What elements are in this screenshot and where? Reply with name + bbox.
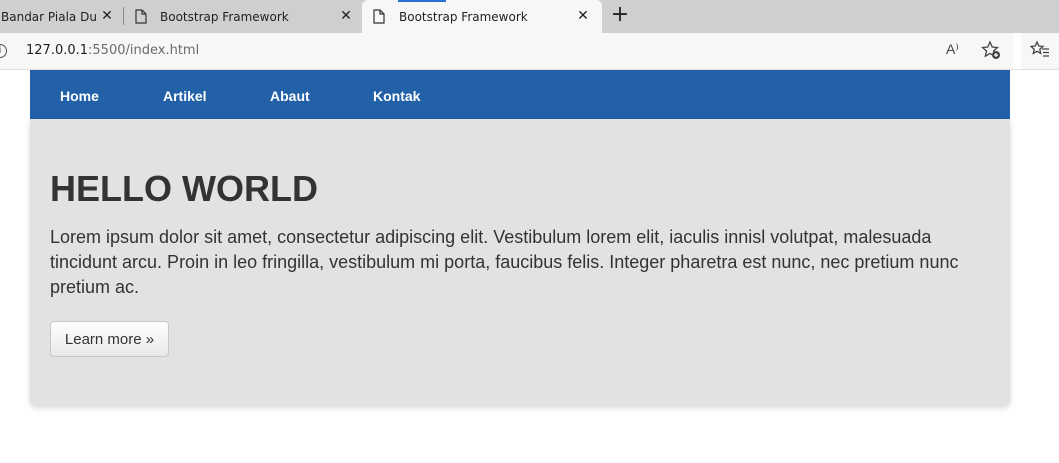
add-favorite-icon[interactable] — [981, 40, 1001, 60]
tab-loading-indicator — [398, 0, 446, 2]
nav-link-kontak[interactable]: Kontak — [373, 88, 420, 104]
address-bar: i 127.0.0.1:5500/index.html A⁾ — [0, 33, 1059, 70]
tab-title: Bootstrap Framework — [160, 10, 289, 24]
page-title: HELLO WORLD — [50, 168, 318, 209]
tab-title: Bootstrap Framework — [399, 10, 528, 24]
info-icon[interactable]: i — [0, 44, 7, 58]
learn-more-button[interactable]: Learn more » — [50, 321, 169, 357]
tab-strip: Bandar Piala Dunia ✕ Bootstrap Framework… — [0, 0, 1059, 33]
toolbar-divider — [1013, 33, 1021, 69]
page-viewport: Home Artikel Abaut Kontak HELLO WORLD Lo… — [0, 70, 1059, 463]
nav-link-artikel[interactable]: Artikel — [163, 88, 207, 104]
container: Home Artikel Abaut Kontak HELLO WORLD Lo… — [30, 70, 1010, 406]
navbar: Home Artikel Abaut Kontak — [30, 70, 1010, 119]
nav-link-abaut[interactable]: Abaut — [270, 88, 310, 104]
page-icon — [373, 9, 385, 24]
close-icon[interactable]: ✕ — [100, 9, 114, 23]
tab-bootstrap-active[interactable]: Bootstrap Framework ✕ — [362, 0, 602, 33]
tab-bootstrap-1[interactable]: Bootstrap Framework ✕ — [124, 0, 362, 33]
jumbotron: HELLO WORLD Lorem ipsum dolor sit amet, … — [30, 119, 1010, 406]
intro-text: Lorem ipsum dolor sit amet, consectetur … — [50, 227, 959, 297]
close-icon[interactable]: ✕ — [339, 9, 353, 23]
url-field[interactable]: 127.0.0.1:5500/index.html — [26, 43, 199, 58]
page-icon — [135, 9, 147, 24]
read-aloud-icon[interactable]: A⁾ — [946, 41, 959, 58]
favorites-icon[interactable] — [1030, 40, 1050, 60]
new-tab-button[interactable]: + — [608, 4, 632, 28]
tab-bandar[interactable]: Bandar Piala Dunia ✕ — [0, 0, 122, 33]
url-host: 127.0.0.1 — [26, 43, 89, 58]
nav-link-home[interactable]: Home — [60, 88, 99, 104]
close-icon[interactable]: ✕ — [576, 9, 590, 23]
url-path: :5500/index.html — [88, 43, 200, 58]
tab-title: Bandar Piala Dunia — [1, 9, 96, 24]
